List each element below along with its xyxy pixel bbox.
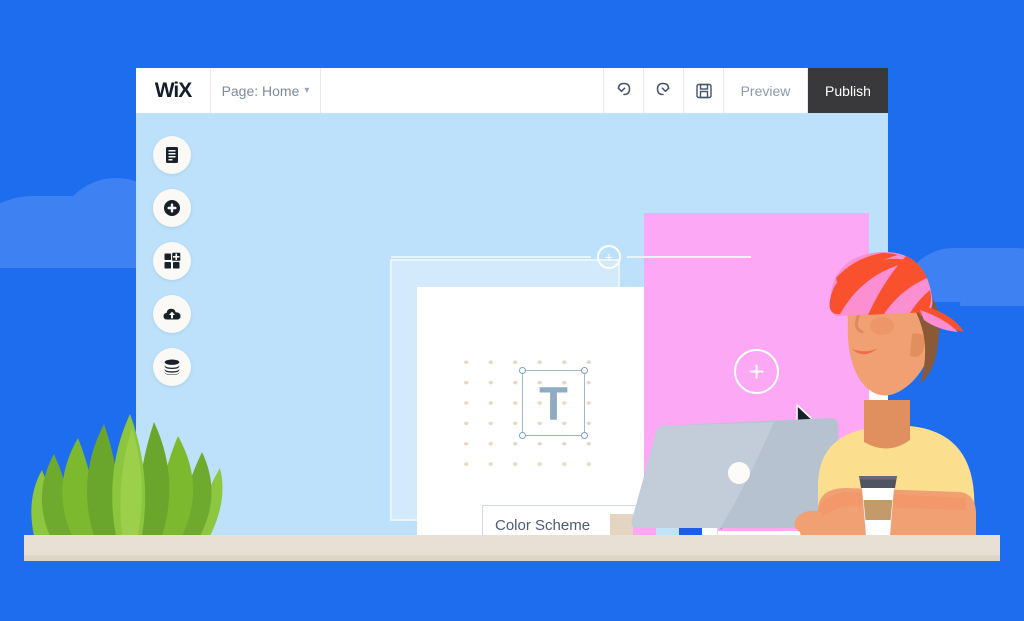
editor-toolbar: WiX Page: Home ▾ Preview Publish: [136, 68, 888, 113]
apps-grid-icon: [164, 252, 181, 269]
undo-button[interactable]: [604, 68, 644, 113]
coffee-cup: [856, 468, 900, 538]
divider-line-right: [627, 256, 751, 258]
sidebar-item-database[interactable]: [153, 348, 191, 386]
resize-handle-bottom-left[interactable]: [519, 432, 526, 439]
laptop-logo-icon: [728, 462, 750, 484]
divider-line-left: [391, 256, 591, 258]
save-button[interactable]: [684, 68, 724, 113]
resize-handle-top-left[interactable]: [519, 367, 526, 374]
preview-label: Preview: [740, 82, 791, 99]
wix-logo[interactable]: WiX: [136, 68, 211, 113]
text-element-glyph: T: [539, 376, 568, 430]
save-icon: [695, 83, 712, 98]
sidebar-item-add[interactable]: [153, 189, 191, 227]
sidebar-item-media[interactable]: [153, 295, 191, 333]
chevron-down-icon: ▾: [304, 85, 310, 96]
color-scheme-title: Color Scheme: [495, 517, 591, 534]
publish-button[interactable]: Publish: [808, 68, 888, 113]
preview-button[interactable]: Preview: [724, 68, 808, 113]
cup-sleeve: [863, 500, 893, 520]
page-selector-label: Page: Home: [221, 82, 300, 99]
document-icon: [166, 147, 178, 163]
editor-sidebar: [153, 136, 195, 401]
add-section-divider: +: [391, 245, 751, 269]
scene: T + + Color Scheme WiX Page: Home ▾ Prev…: [0, 0, 1024, 621]
database-icon: [164, 359, 180, 375]
redo-icon: [656, 82, 670, 96]
cloud-upload-icon: [163, 308, 181, 320]
resize-handle-top-right[interactable]: [581, 367, 588, 374]
plus-circle-icon: [164, 200, 180, 216]
toolbar-spacer: [321, 68, 604, 113]
publish-label: Publish: [825, 82, 871, 99]
sidebar-item-apps[interactable]: [153, 242, 191, 280]
sidebar-item-pages[interactable]: [153, 136, 191, 174]
page-selector[interactable]: Page: Home ▾: [211, 68, 321, 113]
resize-handle-bottom-right[interactable]: [581, 432, 588, 439]
add-section-button[interactable]: +: [597, 245, 621, 269]
redo-button[interactable]: [644, 68, 684, 113]
desk-edge: [24, 555, 1000, 561]
undo-icon: [617, 82, 631, 96]
plant: [24, 398, 239, 538]
selected-text-element[interactable]: T: [519, 367, 588, 439]
